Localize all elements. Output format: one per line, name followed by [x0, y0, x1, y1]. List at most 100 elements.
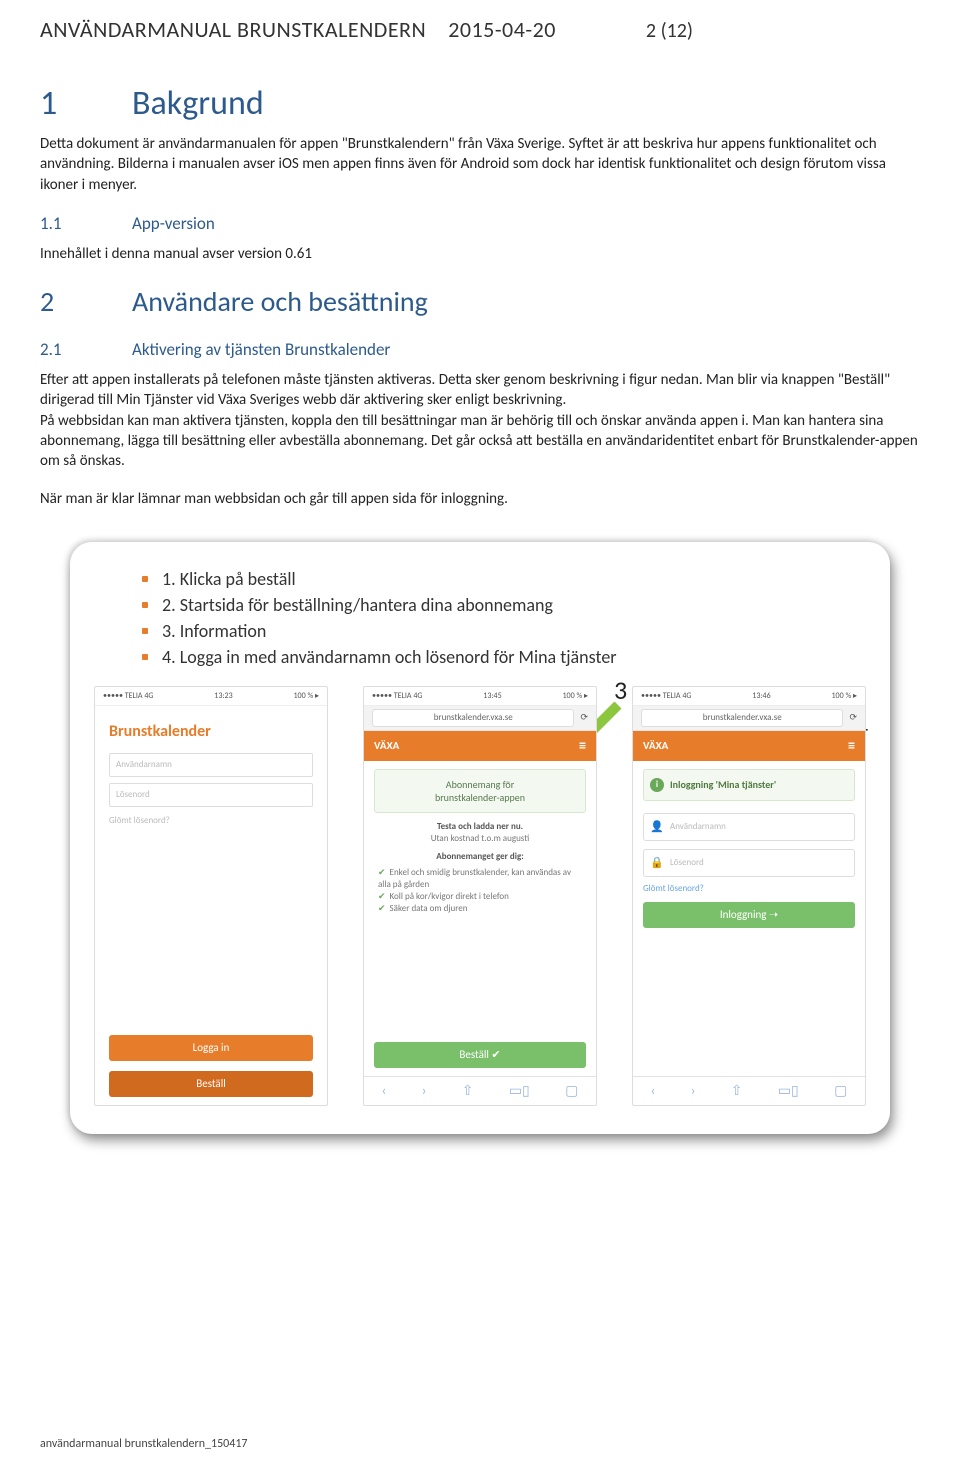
- site-header: VÄXA ≡: [633, 731, 865, 761]
- phones-row: 3 4 2 1 ••••• TELIA 4G 13:23: [94, 686, 866, 1106]
- site-header: VÄXA ≡: [364, 731, 596, 761]
- status-bar: ••••• TELIA 4G 13:46 100 % ▸: [633, 687, 865, 706]
- back-icon[interactable]: ‹: [382, 1082, 387, 1099]
- section-2-1-body-1: Efter att appen installerats på telefone…: [40, 370, 920, 411]
- heading-1-1: 1.1 App-version: [40, 213, 920, 234]
- header-date: 2015-04-20: [448, 16, 556, 43]
- heading-2-1: 2.1 Aktivering av tjänsten Brunstkalende…: [40, 339, 920, 360]
- time-label: 13:46: [752, 691, 770, 701]
- bullet-icon: [142, 576, 148, 582]
- legend-item: 1. Klicka på beställ: [142, 568, 866, 590]
- info-line: Abonnemang för: [381, 778, 579, 791]
- heading-2-text: Användare och besättning: [132, 284, 428, 319]
- legend-text: 4. Logga in med användarnamn och lösenor…: [162, 646, 617, 668]
- carrier-label: ••••• TELIA 4G: [641, 691, 691, 701]
- section-2-1-body-2: På webbsidan kan man aktivera tjänsten, …: [40, 411, 920, 472]
- bookmarks-icon[interactable]: ▭▯: [509, 1082, 530, 1099]
- bullet-text: Koll på kor/kvigor direkt i telefon: [390, 891, 509, 902]
- status-bar: ••••• TELIA 4G 13:45 100 % ▸: [364, 687, 596, 706]
- check-icon: ✔: [378, 891, 386, 902]
- placeholder-text: Användarnamn: [670, 821, 726, 832]
- user-icon: 👤: [650, 820, 662, 833]
- battery-label: 100 % ▸: [831, 691, 857, 701]
- copy-block: Testa och ladda ner nu. Utan kostnad t.o…: [364, 821, 596, 916]
- bullet-icon: [142, 628, 148, 634]
- bullet-icon: [142, 654, 148, 660]
- login-button[interactable]: Logga in: [109, 1035, 313, 1061]
- copy-title: Testa och ladda ner nu.: [437, 821, 523, 832]
- order-button[interactable]: Beställ: [109, 1071, 313, 1097]
- login-info-box: i Inloggning 'Mina tjänster': [643, 769, 855, 801]
- copy-line: Utan kostnad t.o.m augusti: [378, 833, 582, 845]
- footer-filename: användarmanual brunstkalendern_150417: [40, 1437, 247, 1451]
- tabs-icon[interactable]: ▢: [565, 1082, 578, 1099]
- password-input[interactable]: 🔒 Lösenord: [643, 849, 855, 877]
- username-input[interactable]: Användarnamn: [109, 753, 313, 777]
- url-field[interactable]: brunstkalender.vxa.se: [641, 709, 843, 727]
- login-button[interactable]: Inloggning ➝: [643, 902, 855, 928]
- heading-2: 2 Användare och besättning: [40, 284, 920, 319]
- time-label: 13:45: [483, 691, 501, 701]
- url-field[interactable]: brunstkalender.vxa.se: [372, 709, 574, 727]
- figure-legend: 1. Klicka på beställ 2. Startsida för be…: [102, 568, 866, 668]
- legend-text: 2. Startsida för beställning/hantera din…: [162, 594, 553, 616]
- forgot-password-link[interactable]: Glömt lösenord?: [109, 815, 313, 826]
- refresh-icon[interactable]: ⟳: [849, 712, 857, 723]
- status-bar: ••••• TELIA 4G 13:23 100 % ▸: [95, 687, 327, 706]
- legend-text: 1. Klicka på beställ: [162, 568, 296, 590]
- phone-screenshot-2: ••••• TELIA 4G 13:45 100 % ▸ brunstkalen…: [363, 686, 597, 1106]
- hamburger-icon[interactable]: ≡: [579, 739, 586, 753]
- legend-item: 2. Startsida för beställning/hantera din…: [142, 594, 866, 616]
- heading-1-number: 1: [40, 83, 132, 124]
- check-icon: ✔: [378, 903, 386, 914]
- back-icon[interactable]: ‹: [651, 1082, 656, 1099]
- tabs-icon[interactable]: ▢: [834, 1082, 847, 1099]
- info-icon: i: [650, 778, 664, 792]
- battery-label: 100 % ▸: [562, 691, 588, 701]
- battery-label: 100 % ▸: [293, 691, 319, 701]
- section-1-body: Detta dokument är användarmanualen för a…: [40, 134, 920, 195]
- legend-text: 3. Information: [162, 620, 266, 642]
- section-1-1-body: Innehållet i denna manual avser version …: [40, 244, 920, 264]
- section-2-1-body-3: När man är klar lämnar man webbsidan och…: [40, 489, 920, 509]
- doc-header: ANVÄNDARMANUAL BRUNSTKALENDERN 2015-04-2…: [40, 16, 920, 43]
- lock-icon: 🔒: [650, 856, 662, 869]
- heading-1: 1 Bakgrund: [40, 83, 920, 124]
- order-button[interactable]: Beställ ✔: [374, 1042, 586, 1068]
- browser-toolbar: ‹ › ⇧ ▭▯ ▢: [633, 1076, 865, 1105]
- phone-screenshot-3: ••••• TELIA 4G 13:46 100 % ▸ brunstkalen…: [632, 686, 866, 1106]
- refresh-icon[interactable]: ⟳: [580, 712, 588, 723]
- placeholder-text: Lösenord: [670, 857, 704, 868]
- heading-2-number: 2: [40, 284, 132, 319]
- overlay-number-3: 3: [614, 674, 627, 706]
- share-icon[interactable]: ⇧: [731, 1082, 743, 1099]
- browser-url-bar[interactable]: brunstkalender.vxa.se ⟳: [364, 706, 596, 731]
- bullet-icon: [142, 602, 148, 608]
- phone-screenshot-1: ••••• TELIA 4G 13:23 100 % ▸ Brunstkalen…: [94, 686, 328, 1106]
- info-line: brunstkalender-appen: [381, 791, 579, 804]
- check-icon: ✔: [378, 867, 386, 878]
- browser-url-bar[interactable]: brunstkalender.vxa.se ⟳: [633, 706, 865, 731]
- info-box: Abonnemang för brunstkalender-appen: [374, 769, 586, 813]
- share-icon[interactable]: ⇧: [462, 1082, 474, 1099]
- forward-icon[interactable]: ›: [691, 1082, 696, 1099]
- heading-1-1-text: App-version: [132, 213, 215, 234]
- forgot-password-link[interactable]: Glömt lösenord?: [643, 883, 855, 894]
- bookmarks-icon[interactable]: ▭▯: [778, 1082, 799, 1099]
- brand-logo: VÄXA: [374, 739, 399, 752]
- bullet-text: Enkel och smidig brunstkalender, kan anv…: [378, 867, 571, 890]
- carrier-label: ••••• TELIA 4G: [372, 691, 422, 701]
- heading-2-1-number: 2.1: [40, 339, 132, 360]
- legend-item: 3. Information: [142, 620, 866, 642]
- hamburger-icon[interactable]: ≡: [848, 739, 855, 753]
- bullet-text: Säker data om djuren: [390, 903, 468, 914]
- header-page-number: 2 (12): [646, 19, 693, 43]
- password-input[interactable]: Lösenord: [109, 783, 313, 807]
- app-title: Brunstkalender: [109, 722, 313, 741]
- header-title: ANVÄNDARMANUAL BRUNSTKALENDERN: [40, 16, 426, 43]
- forward-icon[interactable]: ›: [422, 1082, 427, 1099]
- app-content: Brunstkalender Användarnamn Lösenord Glö…: [95, 706, 327, 1105]
- time-label: 13:23: [214, 691, 232, 701]
- username-input[interactable]: 👤 Användarnamn: [643, 813, 855, 841]
- legend-item: 4. Logga in med användarnamn och lösenor…: [142, 646, 866, 668]
